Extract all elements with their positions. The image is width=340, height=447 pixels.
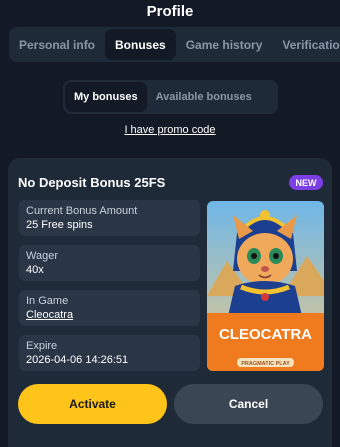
subtab-available-bonuses[interactable]: Available bonuses	[147, 82, 261, 112]
subtab-my-bonuses[interactable]: My bonuses	[65, 82, 147, 112]
game-thumbnail[interactable]: CLEOCATRA PRAGMATIC PLAY	[207, 201, 324, 371]
bonus-subtabs: My bonuses Available bonuses	[63, 80, 278, 114]
profile-tabs: Personal info Bonuses Game history Verif…	[9, 27, 340, 62]
bonus-card: No Deposit Bonus 25FS NEW Current Bonus …	[8, 158, 332, 447]
cancel-button[interactable]: Cancel	[174, 384, 323, 424]
tab-verification[interactable]: Verification	[272, 27, 340, 62]
tab-bonuses[interactable]: Bonuses	[105, 29, 176, 60]
field-label: In Game	[26, 295, 69, 307]
provider-text: PRAGMATIC PLAY	[241, 361, 290, 367]
new-badge: NEW	[289, 175, 323, 190]
field-label: Current Bonus Amount	[26, 205, 138, 217]
game-link[interactable]: Cleocatra	[26, 308, 193, 323]
in-game-field: In Game Cleocatra	[19, 290, 200, 326]
expire-field: Expire 2026-04-06 14:26:51	[19, 335, 200, 371]
tab-game-history[interactable]: Game history	[176, 27, 273, 62]
field-value: 2026-04-06 14:26:51	[26, 354, 129, 366]
activate-button[interactable]: Activate	[18, 384, 167, 424]
cleocatra-art: CLEOCATRA PRAGMATIC PLAY	[207, 201, 324, 371]
promo-code-link[interactable]: I have promo code	[0, 124, 340, 136]
game-title-text: CLEOCATRA	[219, 326, 312, 343]
bonus-title: No Deposit Bonus 25FS	[18, 175, 166, 190]
field-label: Expire	[26, 340, 58, 352]
field-value: 25 Free spins	[26, 219, 93, 231]
wager-field: Wager 40x	[19, 245, 200, 281]
tab-personal-info[interactable]: Personal info	[9, 27, 105, 62]
bonus-amount-field: Current Bonus Amount 25 Free spins	[19, 200, 200, 236]
field-value: 40x	[26, 264, 44, 276]
field-label: Wager	[26, 250, 58, 262]
page-title: Profile	[146, 3, 194, 20]
